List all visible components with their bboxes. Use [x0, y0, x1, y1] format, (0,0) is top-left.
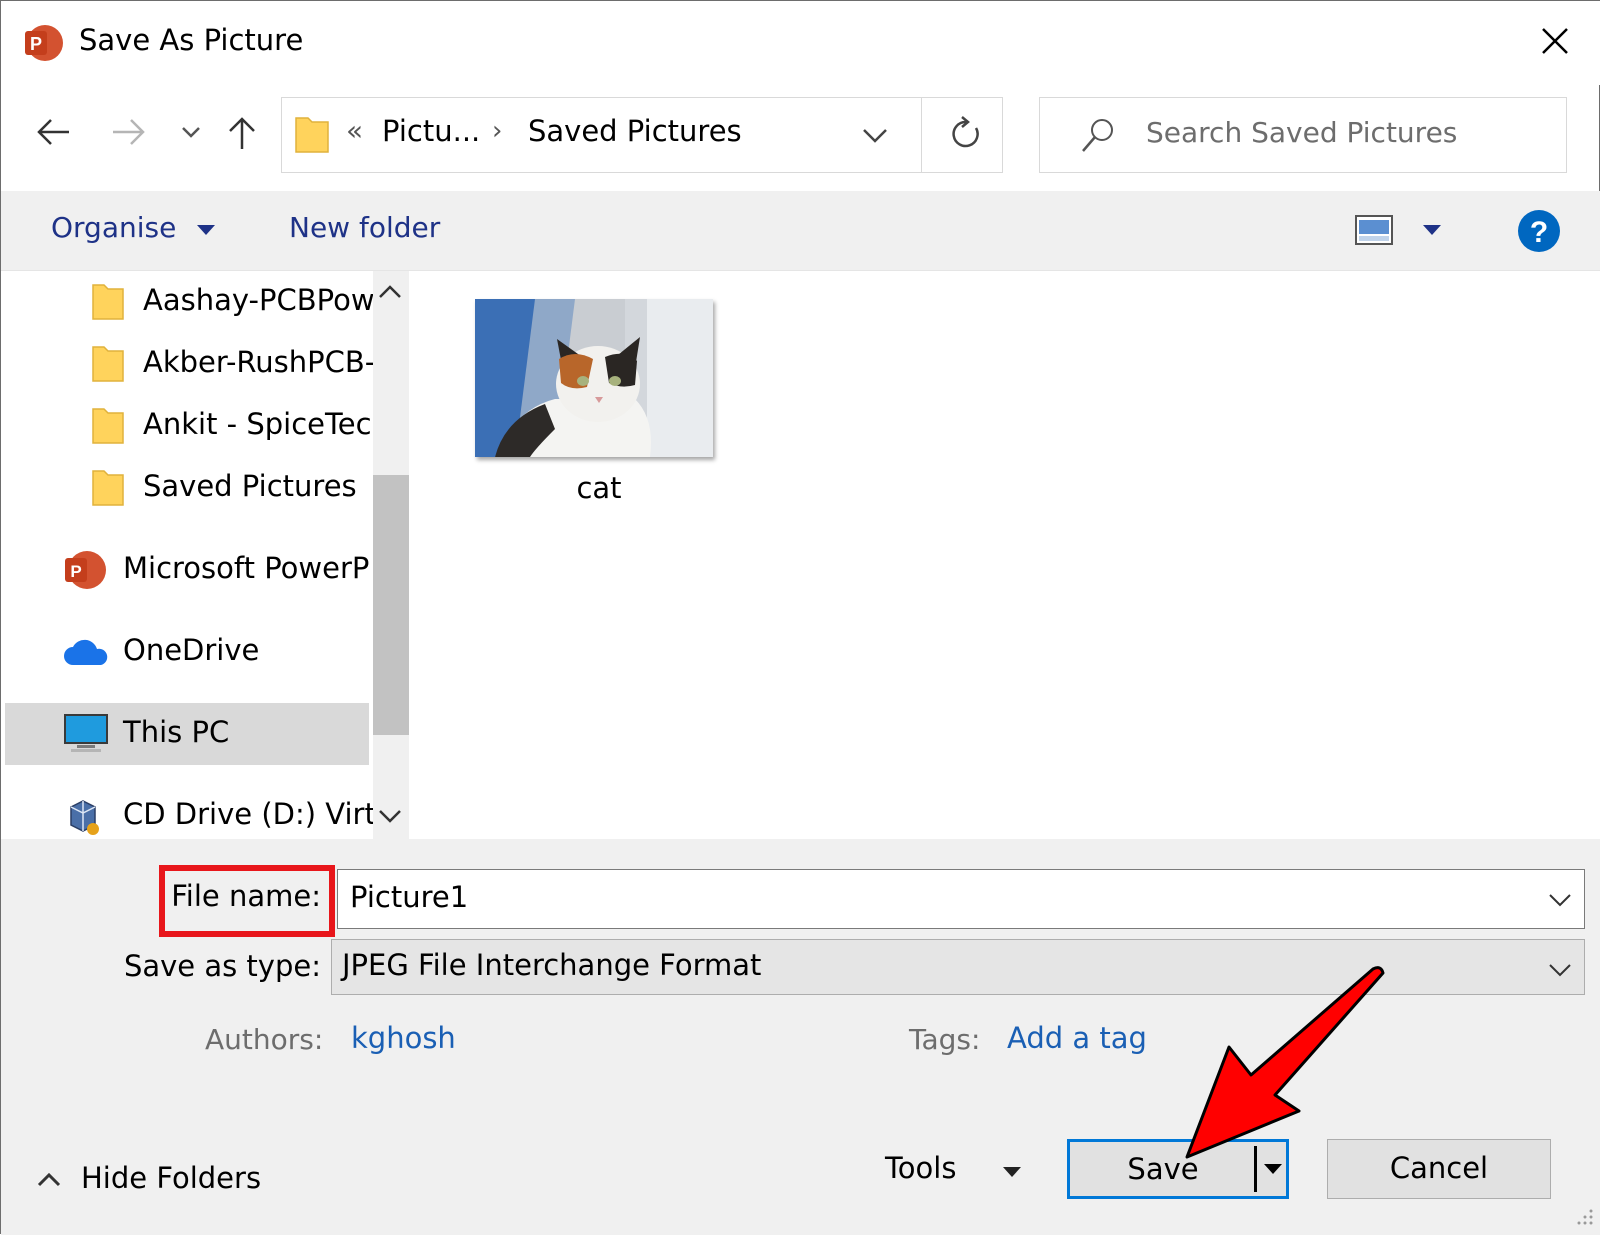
authors-value[interactable]: kghosh	[351, 1021, 456, 1055]
view-options-icon[interactable]	[1355, 215, 1393, 245]
caret-down-icon	[197, 225, 216, 235]
window-title: Save As Picture	[79, 23, 304, 57]
forward-arrow-icon[interactable]	[111, 117, 147, 147]
nav-item-ankit[interactable]: Ankit - SpiceTecl	[1, 395, 373, 457]
folder-icon	[92, 408, 124, 444]
nav-item-saved-pictures[interactable]: Saved Pictures	[1, 457, 373, 519]
nav-item-label: Ankit - SpiceTecl	[143, 407, 373, 441]
folder-icon	[295, 117, 329, 153]
new-folder-button[interactable]: New folder	[289, 211, 440, 244]
help-glyph: ?	[1530, 216, 1548, 249]
tags-label: Tags:	[909, 1023, 981, 1056]
save-label: Save	[1127, 1152, 1199, 1186]
save-button[interactable]: Save	[1067, 1139, 1289, 1199]
nav-item-aashay[interactable]: Aashay-PCBPow	[1, 271, 373, 333]
nav-item-this-pc[interactable]: This PC	[5, 703, 369, 765]
nav-item-label: Akber-RushPCB-	[143, 345, 373, 379]
breadcrumb-overflow[interactable]: «	[346, 114, 363, 147]
nav-item-label: Aashay-PCBPow	[143, 283, 373, 317]
chevron-down-icon[interactable]	[862, 126, 888, 144]
nav-item-akber[interactable]: Akber-RushPCB-	[1, 333, 373, 395]
cancel-button[interactable]: Cancel	[1327, 1139, 1551, 1199]
up-arrow-icon[interactable]	[227, 115, 257, 151]
command-toolbar: Organise New folder ?	[1, 191, 1600, 271]
save-as-type-label: Save as type:	[123, 949, 321, 983]
breadcrumb-chevron[interactable]: ›	[492, 116, 502, 146]
app-icon-letter: P	[70, 562, 81, 581]
recent-locations-chevron-icon[interactable]	[181, 125, 201, 139]
hide-folders-label: Hide Folders	[81, 1161, 262, 1195]
nav-item-label: Microsoft PowerP	[123, 551, 370, 585]
nav-item-microsoft-powerpoint[interactable]: P Microsoft PowerP	[1, 539, 373, 601]
file-name-value: Picture1	[350, 880, 469, 914]
app-icon-letter: P	[30, 34, 42, 54]
chevron-down-icon[interactable]	[1548, 962, 1572, 978]
chevron-down-icon[interactable]	[377, 807, 403, 825]
resize-grip-icon[interactable]	[1571, 1205, 1595, 1229]
this-pc-icon	[64, 714, 108, 752]
refresh-icon[interactable]	[948, 114, 984, 154]
folder-icon	[92, 284, 124, 320]
folder-icon	[92, 346, 124, 382]
authors-label: Authors:	[205, 1023, 324, 1056]
search-icon	[1082, 119, 1113, 152]
file-name-input[interactable]: Picture1	[337, 869, 1585, 929]
address-divider	[921, 98, 922, 172]
powerpoint-icon: P	[25, 25, 63, 61]
onedrive-icon	[64, 639, 108, 665]
view-dropdown-caret-icon[interactable]	[1421, 223, 1443, 237]
navigation-pane: Aashay-PCBPow Akber-RushPCB- Ankit - Spi…	[1, 271, 409, 839]
save-as-type-value: JPEG File Interchange Format	[342, 948, 762, 982]
help-icon[interactable]: ?	[1517, 209, 1561, 253]
back-arrow-icon[interactable]	[35, 117, 71, 147]
search-input[interactable]: Search Saved Pictures	[1146, 116, 1457, 149]
chevron-up-icon[interactable]	[377, 283, 403, 301]
save-options-caret-icon[interactable]	[1262, 1162, 1284, 1176]
save-as-dialog: P Save As Picture « Pictu... › Saved Pic…	[0, 0, 1600, 1235]
file-name-label: File name:	[171, 879, 321, 913]
save-split-divider	[1254, 1146, 1257, 1192]
tools-button[interactable]: Tools	[885, 1151, 956, 1185]
powerpoint-icon: P	[65, 551, 106, 589]
add-tag-link[interactable]: Add a tag	[1007, 1021, 1147, 1055]
breadcrumb-saved-pictures[interactable]: Saved Pictures	[528, 114, 742, 148]
breadcrumb-pictures[interactable]: Pictu...	[382, 114, 480, 148]
save-as-type-select[interactable]: JPEG File Interchange Format	[331, 939, 1585, 995]
tools-caret-down-icon[interactable]	[1001, 1165, 1023, 1179]
nav-item-label: OneDrive	[123, 633, 260, 667]
nav-item-label: This PC	[123, 715, 230, 749]
address-bar[interactable]: « Pictu... › Saved Pictures	[281, 97, 1003, 173]
chevron-down-icon[interactable]	[1548, 892, 1572, 908]
cat-image-thumbnail[interactable]	[475, 299, 713, 457]
close-icon[interactable]	[1535, 21, 1575, 61]
nav-scrollbar-thumb[interactable]	[373, 475, 409, 735]
folder-icon	[92, 470, 124, 506]
title-bar: P Save As Picture	[1, 1, 1600, 85]
search-box[interactable]: Search Saved Pictures	[1039, 97, 1567, 173]
file-name-label: cat	[576, 471, 622, 505]
organise-label: Organise	[51, 211, 177, 244]
chevron-up-icon	[37, 1172, 61, 1187]
cd-drive-icon	[70, 800, 99, 835]
nav-item-label: Saved Pictures	[143, 469, 357, 503]
nav-item-onedrive[interactable]: OneDrive	[1, 621, 373, 683]
organise-button[interactable]: Organise	[51, 211, 217, 244]
nav-item-label: CD Drive (D:) Virtu	[123, 797, 373, 831]
nav-item-cd-drive[interactable]: CD Drive (D:) Virtu	[1, 785, 373, 839]
